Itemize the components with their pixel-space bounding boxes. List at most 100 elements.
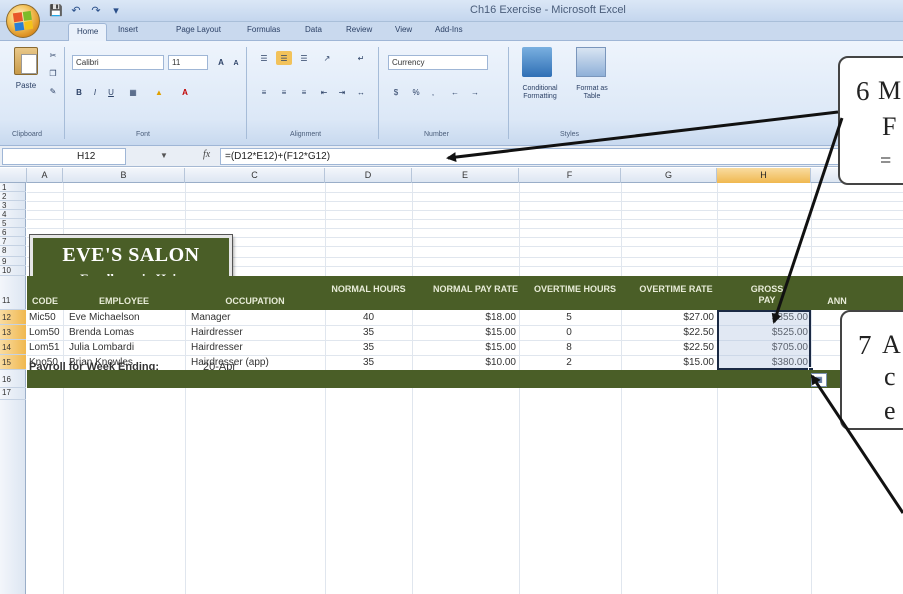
conditional-formatting-icon[interactable] bbox=[522, 47, 552, 77]
currency-button[interactable]: $ bbox=[388, 85, 404, 99]
cell-rate[interactable]: $18.00 bbox=[412, 312, 516, 323]
row-header-15[interactable]: 15 bbox=[0, 355, 26, 370]
row-header-8[interactable]: 8 bbox=[0, 246, 26, 257]
cell-occupation[interactable]: Manager bbox=[191, 312, 323, 323]
cell-ot-rate[interactable]: $15.00 bbox=[621, 357, 714, 368]
column-header-a[interactable]: A bbox=[27, 168, 63, 183]
cell-hours[interactable]: 35 bbox=[325, 342, 412, 353]
office-button[interactable] bbox=[6, 4, 40, 38]
format-as-table-button[interactable]: Format as Table bbox=[570, 81, 614, 105]
shrink-font-button[interactable]: A bbox=[230, 57, 242, 70]
italic-button[interactable]: I bbox=[88, 85, 102, 99]
cell-hours[interactable]: 40 bbox=[325, 312, 412, 323]
row-header-14[interactable]: 14 bbox=[0, 340, 26, 355]
align-left-icon[interactable]: ≡ bbox=[256, 85, 272, 99]
column-header-c[interactable]: C bbox=[185, 168, 325, 183]
cell-ot-hours[interactable]: 0 bbox=[519, 327, 619, 338]
row-header-2[interactable]: 2 bbox=[0, 192, 26, 201]
column-header-b[interactable]: B bbox=[63, 168, 185, 183]
tab-page-layout[interactable]: Page Layout bbox=[176, 25, 221, 34]
column-header-g[interactable]: G bbox=[621, 168, 717, 183]
percent-button[interactable]: % bbox=[408, 85, 424, 99]
paste-button[interactable]: Paste bbox=[12, 79, 40, 91]
row-header-10[interactable]: 10 bbox=[0, 266, 26, 276]
row-header-9[interactable]: 9 bbox=[0, 257, 26, 266]
row-header-16[interactable]: 16 bbox=[0, 370, 26, 388]
underline-button[interactable]: U bbox=[104, 85, 118, 99]
cell-rate[interactable]: $15.00 bbox=[412, 327, 516, 338]
undo-icon[interactable]: ↶ bbox=[68, 3, 84, 18]
align-center-icon[interactable]: ≡ bbox=[276, 85, 292, 99]
cell-rate[interactable]: $10.00 bbox=[412, 357, 516, 368]
cell-employee[interactable]: Julia Lombardi bbox=[69, 342, 183, 353]
cell-code[interactable]: Lom50 bbox=[29, 327, 63, 338]
auto-fill-options-icon[interactable]: ▦ bbox=[811, 373, 827, 387]
align-right-icon[interactable]: ≡ bbox=[296, 85, 312, 99]
increase-decimal-icon[interactable]: ← bbox=[446, 85, 464, 99]
tab-home[interactable]: Home bbox=[68, 23, 108, 42]
row-header-1[interactable]: 1 bbox=[0, 183, 26, 192]
cell-hours[interactable]: 35 bbox=[325, 357, 412, 368]
row-header-6[interactable]: 6 bbox=[0, 228, 26, 237]
column-header-f[interactable]: F bbox=[519, 168, 621, 183]
insert-function-icon[interactable]: fx bbox=[203, 149, 210, 160]
tab-insert[interactable]: Insert bbox=[118, 25, 138, 34]
cell-occupation[interactable]: Hairdresser (app) bbox=[191, 357, 323, 368]
merge-center-icon[interactable]: ↔ bbox=[352, 85, 370, 99]
decrease-indent-icon[interactable]: ⇤ bbox=[316, 85, 332, 99]
column-header-e[interactable]: E bbox=[412, 168, 519, 183]
orientation-icon[interactable]: ↗ bbox=[318, 51, 336, 65]
cell-hours[interactable]: 35 bbox=[325, 327, 412, 338]
cut-icon[interactable]: ✂ bbox=[46, 49, 60, 61]
name-box[interactable]: H12 bbox=[2, 148, 126, 165]
font-size-box[interactable]: 11 bbox=[168, 55, 208, 70]
cell-occupation[interactable]: Hairdresser bbox=[191, 342, 323, 353]
decrease-decimal-icon[interactable]: → bbox=[466, 85, 484, 99]
cell-ot-hours[interactable]: 2 bbox=[519, 357, 619, 368]
tab-add-ins[interactable]: Add-Ins bbox=[435, 25, 463, 34]
paste-icon[interactable] bbox=[14, 47, 38, 75]
comma-button[interactable]: , bbox=[426, 85, 440, 99]
selected-range-h12-h15[interactable] bbox=[717, 310, 811, 370]
format-table-icon[interactable] bbox=[576, 47, 606, 77]
row-header-7[interactable]: 7 bbox=[0, 237, 26, 246]
font-name-box[interactable]: Calibri bbox=[72, 55, 164, 70]
cell-ot-hours[interactable]: 5 bbox=[519, 312, 619, 323]
wrap-text-icon[interactable]: ↵ bbox=[352, 51, 370, 65]
font-color-icon[interactable]: A bbox=[176, 85, 194, 99]
save-icon[interactable]: 💾 bbox=[48, 3, 64, 18]
cell-ot-hours[interactable]: 8 bbox=[519, 342, 619, 353]
row-header-17[interactable]: 17 bbox=[0, 388, 26, 400]
tab-formulas[interactable]: Formulas bbox=[247, 25, 280, 34]
conditional-formatting-button[interactable]: Conditional Formatting bbox=[512, 81, 568, 105]
align-bottom-icon[interactable]: ☰ bbox=[296, 51, 312, 65]
borders-icon[interactable]: ▦ bbox=[124, 85, 142, 99]
fill-color-icon[interactable]: ▲ bbox=[150, 85, 168, 99]
tab-review[interactable]: Review bbox=[346, 25, 372, 34]
row-header-12[interactable]: 12 bbox=[0, 310, 26, 325]
row-header-13[interactable]: 13 bbox=[0, 325, 26, 340]
cell-rate[interactable]: $15.00 bbox=[412, 342, 516, 353]
increase-indent-icon[interactable]: ⇥ bbox=[334, 85, 350, 99]
row-header-3[interactable]: 3 bbox=[0, 201, 26, 210]
select-all-corner[interactable] bbox=[0, 168, 27, 183]
worksheet-grid[interactable]: EVE'S SALON Excellence in Hair Payroll f… bbox=[27, 183, 903, 594]
row-header-11[interactable]: 11 bbox=[0, 276, 26, 310]
bold-button[interactable]: B bbox=[72, 85, 86, 99]
tab-data[interactable]: Data bbox=[305, 25, 322, 34]
cell-employee[interactable]: Brenda Lomas bbox=[69, 327, 183, 338]
cell-ot-rate[interactable]: $27.00 bbox=[621, 312, 714, 323]
cell-code[interactable]: Mic50 bbox=[29, 312, 63, 323]
redo-icon[interactable]: ↷ bbox=[88, 3, 104, 18]
name-box-dropdown-icon[interactable]: ▼ bbox=[160, 151, 168, 160]
cell-employee[interactable]: Eve Michaelson bbox=[69, 312, 183, 323]
cell-code[interactable]: Lom51 bbox=[29, 342, 63, 353]
number-format-box[interactable]: Currency bbox=[388, 55, 488, 70]
column-header-d[interactable]: D bbox=[325, 168, 412, 183]
row-header-4[interactable]: 4 bbox=[0, 210, 26, 219]
customize-icon[interactable]: ▾ bbox=[108, 3, 124, 18]
column-header-h[interactable]: H bbox=[717, 168, 811, 183]
format-painter-icon[interactable]: ✎ bbox=[46, 85, 60, 97]
cell-employee[interactable]: Brian Knowles bbox=[69, 357, 183, 368]
grow-font-button[interactable]: A bbox=[214, 55, 228, 70]
